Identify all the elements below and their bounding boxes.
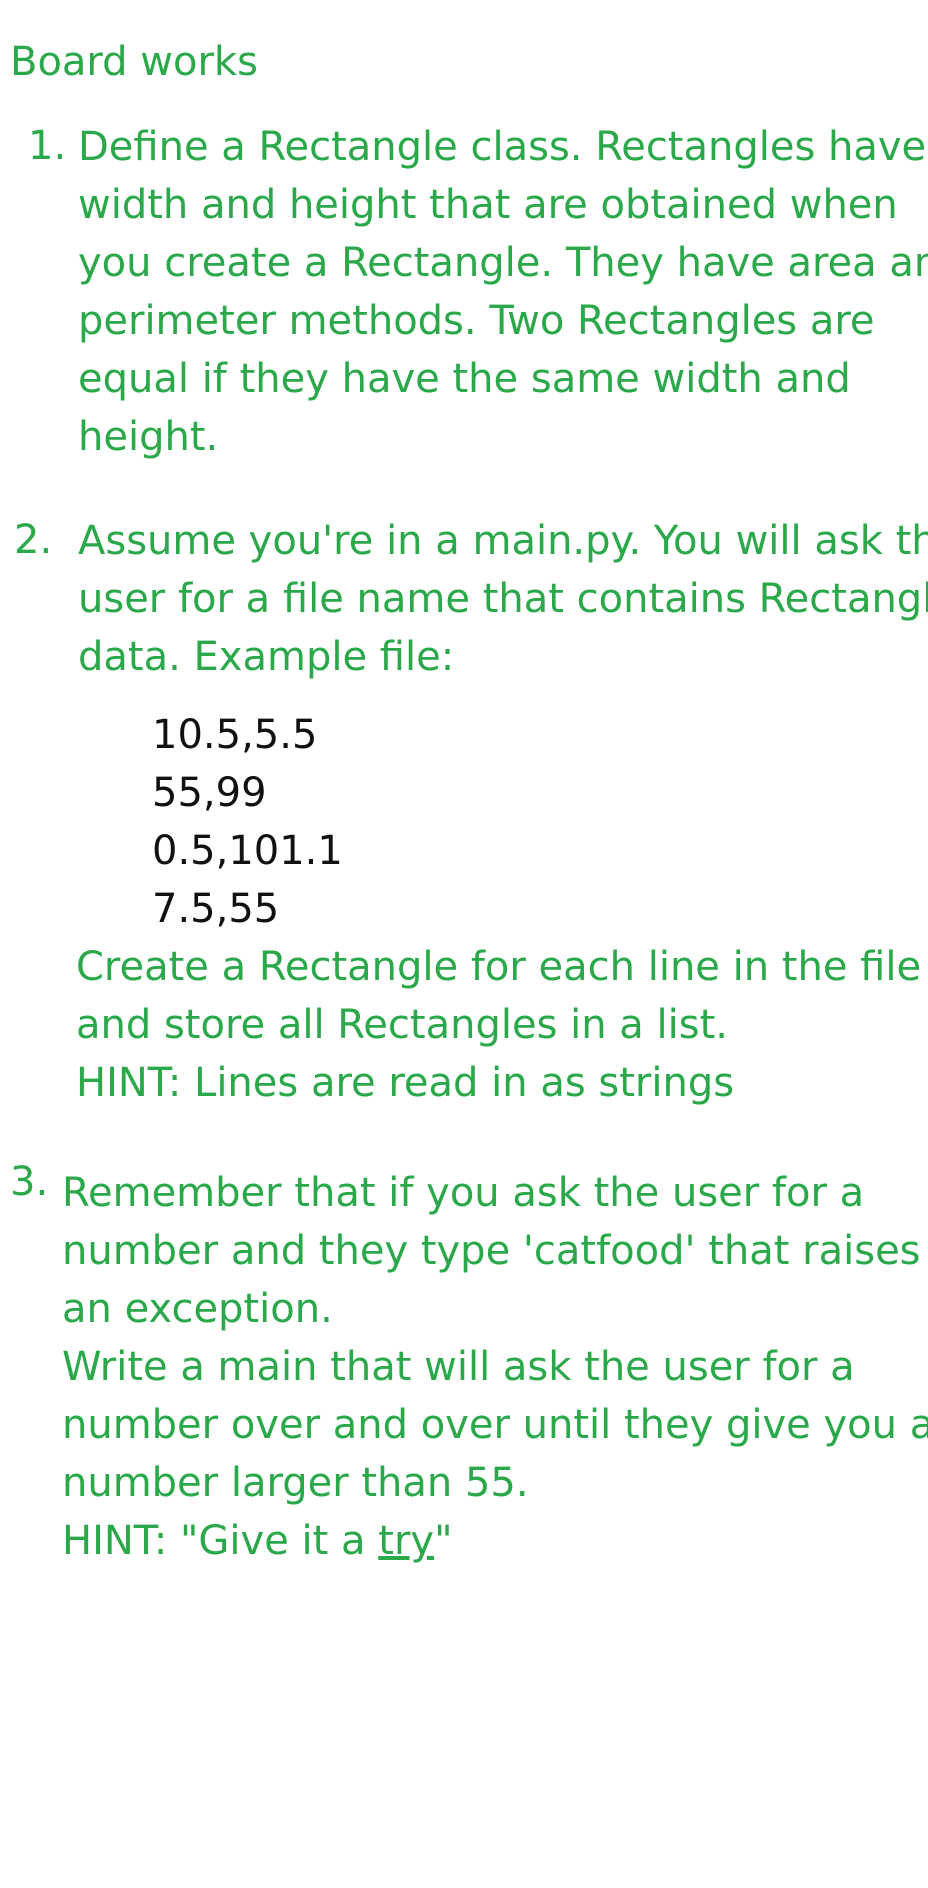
example-file-line: 0.5,101.1 [152,828,343,874]
item-2-followup-line: Create a Rectangle for each line in the … [76,944,922,990]
example-file-line: 7.5,55 [152,886,280,932]
item-1-line: width and height that are obtained when [78,182,898,228]
item-1-line: you create a Rectangle. They have area a… [78,240,928,286]
example-file-line: 55,99 [152,770,267,816]
item-3-line: number larger than 55. [62,1460,529,1506]
item-3-number: 3. [10,1159,49,1205]
item-2-followup-line: and store all Rectangles in a list. [76,1002,728,1048]
example-file-line: 10.5,5.5 [152,712,318,758]
item-1-number: 1. [28,123,67,169]
example-file-contents: 10.5,5.5 55,99 0.5,101.1 7.5,55 [152,706,343,938]
item-1-text: Define a Rectangle class. Rectangles hav… [78,118,928,466]
item-3-line: an exception. [62,1286,333,1332]
item-3-hint-suffix: " [434,1518,453,1564]
item-2-number: 2. [14,517,53,563]
item-1-line: perimeter methods. Two Rectangles are [78,298,875,344]
item-3-hint-try-link[interactable]: try [378,1518,434,1564]
item-3-line: Remember that if you ask the user for a [62,1170,865,1216]
item-2-text: Assume you're in a main.py. You will ask… [78,512,928,686]
item-3-text: Remember that if you ask the user for a … [62,1164,928,1570]
item-1-line: height. [78,414,219,460]
item-2-followup-line: HINT: Lines are read in as strings [76,1060,735,1106]
item-1-line: Define a Rectangle class. Rectangles hav… [78,124,928,170]
item-3-hint-prefix: HINT: "Give it a [62,1518,379,1564]
item-1-line: equal if they have the same width and [78,356,851,402]
item-3-line: number over and over until they give you… [62,1402,928,1448]
item-2-line: Assume you're in a main.py. You will ask… [78,518,928,564]
item-3-line: Write a main that will ask the user for … [62,1344,855,1390]
item-2-line: user for a file name that contains Recta… [78,576,928,622]
item-2-line: data. Example file: [78,634,455,680]
item-3-line: number and they type 'catfood' that rais… [62,1228,921,1274]
item-3-hint: HINT: "Give it a try" [62,1512,928,1570]
page-title: Board works [10,39,258,85]
item-2-followup-text: Create a Rectangle for each line in the … [76,938,921,1112]
